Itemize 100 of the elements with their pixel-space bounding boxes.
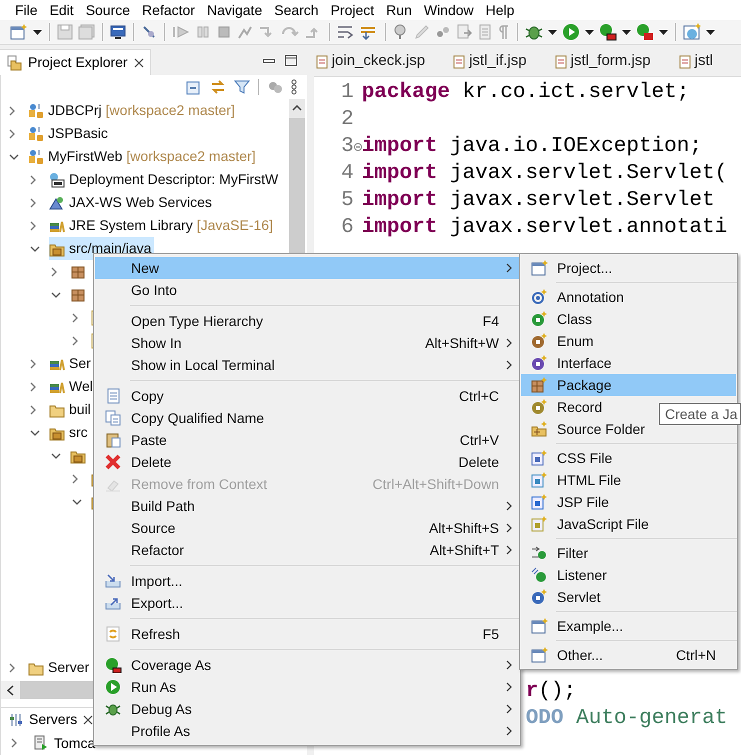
- chevron-right-icon[interactable]: [72, 312, 78, 322]
- menu-item[interactable]: Refresh F5: [95, 623, 519, 645]
- menu-item[interactable]: HTML File: [521, 469, 736, 491]
- chevron-down-icon[interactable]: [51, 292, 61, 298]
- bug-icon[interactable]: [525, 24, 543, 40]
- tree-item[interactable]: Ser: [49, 352, 94, 375]
- tree-item[interactable]: JDBCPrj [workspace2 master]: [28, 99, 238, 122]
- tree-item[interactable]: buil: [49, 398, 94, 421]
- menu-item[interactable]: Import...: [95, 570, 519, 592]
- minimize-icon[interactable]: [262, 59, 275, 63]
- chevron-down-icon[interactable]: [51, 452, 61, 458]
- dropdown-arrow-icon[interactable]: [585, 30, 594, 34]
- tree-item[interactable]: Wel: [49, 375, 96, 398]
- menu-item[interactable]: Coverage As: [95, 654, 519, 676]
- menu-item[interactable]: JavaScript File: [521, 513, 736, 535]
- tree-item[interactable]: JRE System Library [JavaSE-16]: [49, 214, 276, 237]
- menu-bar-item[interactable]: Help: [480, 0, 520, 20]
- menu-item[interactable]: Run As: [95, 676, 519, 698]
- chevron-right-icon[interactable]: [30, 404, 36, 414]
- tree-item[interactable]: Server: [28, 656, 92, 679]
- chevron-down-icon[interactable]: [9, 154, 19, 160]
- document-arrow-icon[interactable]: [456, 24, 472, 40]
- chevron-right-icon[interactable]: [51, 266, 57, 276]
- chevron-down-icon[interactable]: [72, 498, 82, 504]
- editor-tab[interactable]: jstl_if.jsp: [453, 48, 555, 76]
- tree-item[interactable]: JAX-WS Web Services: [49, 191, 215, 214]
- view-tab[interactable]: Project Explorer: [0, 49, 151, 75]
- link-arrows-icon[interactable]: [210, 79, 226, 95]
- menu-item[interactable]: Build Path: [95, 495, 519, 517]
- menu-bar-item[interactable]: Navigate: [200, 0, 268, 20]
- menu-item[interactable]: Source Alt+Shift+S: [95, 517, 519, 539]
- menu-item[interactable]: Project...: [521, 257, 736, 279]
- menu-bar-item[interactable]: Source: [80, 0, 136, 20]
- collapse-all-icon[interactable]: [186, 79, 202, 95]
- menu-item[interactable]: Annotation: [521, 286, 736, 308]
- close-icon[interactable]: [83, 714, 94, 724]
- monitor-icon[interactable]: [110, 24, 126, 40]
- stop-icon[interactable]: [216, 24, 232, 40]
- maximize-icon[interactable]: [284, 55, 297, 66]
- menu-bar-item[interactable]: Window: [418, 0, 480, 20]
- menu-item[interactable]: Show In Alt+Shift+W: [95, 332, 519, 354]
- chevron-right-icon[interactable]: [30, 358, 36, 368]
- filter-icon[interactable]: [234, 79, 250, 95]
- menu-item[interactable]: Package: [521, 374, 736, 396]
- dropdown-arrow-icon[interactable]: [622, 30, 631, 34]
- scroll-up-icon[interactable]: [292, 105, 302, 111]
- menu-item[interactable]: Delete Delete: [95, 451, 519, 473]
- tree-item[interactable]: JSPBasic: [28, 122, 111, 145]
- chevron-right-icon[interactable]: [30, 198, 36, 208]
- menu-item[interactable]: Copy Ctrl+C: [95, 385, 519, 407]
- coverage-icon[interactable]: [599, 23, 617, 41]
- menu-item[interactable]: JSP File: [521, 491, 736, 513]
- menu-bar-item[interactable]: Run: [380, 0, 418, 20]
- menu-item[interactable]: Servlet: [521, 586, 736, 608]
- menu-item[interactable]: Class: [521, 308, 736, 330]
- chevron-right-icon[interactable]: [30, 220, 36, 230]
- menu-bar-item[interactable]: File: [9, 0, 44, 20]
- menu-item[interactable]: Refactor Alt+Shift+T: [95, 539, 519, 561]
- menu-bar-item[interactable]: Project: [324, 0, 380, 20]
- globe-window-icon[interactable]: [683, 23, 701, 41]
- tree-item[interactable]: src: [49, 421, 91, 444]
- scroll-left-icon[interactable]: [7, 684, 14, 696]
- menu-item[interactable]: Listener: [521, 564, 736, 586]
- more-options-icon[interactable]: [290, 79, 297, 95]
- chevron-right-icon[interactable]: [30, 174, 36, 184]
- menu-item[interactable]: CSS File: [521, 447, 736, 469]
- new-window-icon[interactable]: [10, 24, 28, 40]
- menu-item[interactable]: New: [95, 257, 519, 279]
- tree-item[interactable]: Deployment Descriptor: MyFirstW: [49, 168, 282, 191]
- close-icon[interactable]: [134, 58, 144, 68]
- editor-tab[interactable]: join_ckeck.jsp: [314, 48, 454, 76]
- menu-item[interactable]: Example...: [521, 615, 736, 637]
- editor-tab[interactable]: jstl_form.jsp: [554, 48, 679, 76]
- dropdown-arrow-icon[interactable]: [33, 30, 42, 34]
- chevron-right-icon[interactable]: [11, 738, 17, 748]
- chevron-right-icon[interactable]: [72, 336, 78, 346]
- swap-arrows-icon[interactable]: [360, 24, 378, 40]
- chevron-right-icon[interactable]: [30, 382, 36, 392]
- dropdown-arrow-icon[interactable]: [706, 30, 715, 34]
- menu-item[interactable]: Interface: [521, 352, 736, 374]
- menu-item[interactable]: Enum: [521, 330, 736, 352]
- menu-item[interactable]: Copy Qualified Name: [95, 407, 519, 429]
- dropdown-arrow-icon[interactable]: [548, 30, 557, 34]
- menu-item[interactable]: Open Type Hierarchy F4: [95, 310, 519, 332]
- fold-icon[interactable]: [354, 142, 362, 150]
- chevron-down-icon[interactable]: [30, 430, 40, 436]
- menu-item[interactable]: Paste Ctrl+V: [95, 429, 519, 451]
- menu-bar-item[interactable]: Edit: [44, 0, 80, 20]
- chevron-right-icon[interactable]: [9, 662, 15, 672]
- menu-bar-item[interactable]: Search: [268, 0, 325, 20]
- tree-item[interactable]: Tomca: [34, 732, 96, 754]
- menu-item[interactable]: Other... Ctrl+N: [521, 644, 736, 666]
- chevron-down-icon[interactable]: [30, 246, 40, 252]
- chevron-right-icon[interactable]: [9, 106, 15, 116]
- menu-item[interactable]: Go Into: [95, 279, 519, 301]
- menu-item[interactable]: Filter: [521, 542, 736, 564]
- tree-item[interactable]: MyFirstWeb [workspace2 master]: [28, 145, 259, 168]
- dropdown-arrow-icon[interactable]: [659, 30, 668, 34]
- chevron-right-icon[interactable]: [72, 474, 78, 484]
- editor-tab[interactable]: jstl: [678, 48, 741, 76]
